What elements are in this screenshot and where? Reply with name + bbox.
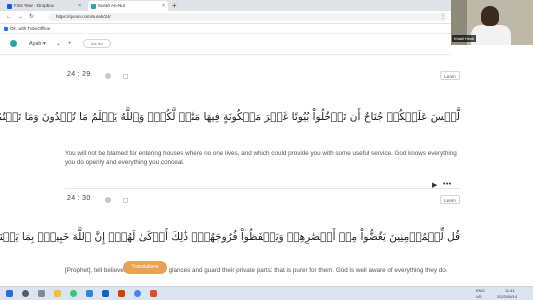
file-explorer-icon[interactable]: [54, 290, 61, 297]
verse-key[interactable]: 24 : 30: [67, 195, 91, 202]
quran-logo-icon[interactable]: [10, 40, 17, 47]
tab-surah-an-nur[interactable]: Surah An-Nur ×: [88, 1, 168, 11]
chevron-down-icon[interactable]: ⌄: [56, 34, 61, 54]
region-indicator: US: [476, 294, 482, 299]
more-icon[interactable]: •••: [443, 181, 452, 188]
tab-title: Surah An-Nur: [98, 3, 126, 8]
arabic-text: لَّيۡسَ عَلَيۡكُمۡ جُنَاحٌ أَن تَدۡخُلُو…: [0, 111, 460, 123]
arabic-text: قُل لِّلۡمُؤۡمِنِينَ يَغُضُّواْ مِنۡ أَب…: [0, 231, 460, 243]
bookmark-icon: [4, 26, 8, 31]
search-icon[interactable]: [22, 290, 29, 297]
add-button[interactable]: +: [68, 34, 72, 54]
forward-button[interactable]: →: [17, 11, 23, 23]
reload-button[interactable]: ↻: [29, 11, 34, 23]
translations-button[interactable]: Translations: [123, 261, 167, 274]
copy-icon[interactable]: [123, 74, 128, 79]
webcam-overlay: Khalil Hindi: [451, 0, 533, 45]
search-pill[interactable]: Ask Nur: [83, 39, 111, 48]
dropbox-icon: [7, 4, 12, 9]
menu-icon[interactable]: ⋮: [440, 11, 446, 23]
app-icon[interactable]: [150, 290, 157, 297]
new-tab-button[interactable]: +: [172, 0, 177, 11]
quran-icon: [91, 4, 96, 9]
bookmark-icon[interactable]: [105, 73, 111, 79]
start-icon[interactable]: [6, 290, 13, 297]
learn-button[interactable]: Learn: [440, 71, 460, 80]
learn-button[interactable]: Learn: [440, 195, 460, 204]
tab-dropbox[interactable]: First Year - Dropbox ×: [4, 1, 84, 11]
app-header: Ayah ▾ ⌄ + Ask Nur: [0, 34, 450, 55]
verse-list: 24 : 29 Learn لَّيۡسَ عَلَيۡكُمۡ جُنَاحٌ…: [0, 55, 533, 286]
clock-date: 2022/09/14: [497, 294, 518, 299]
bookmark-icon[interactable]: [105, 197, 111, 203]
close-icon[interactable]: ×: [78, 1, 81, 11]
whatsapp-icon[interactable]: [70, 290, 77, 297]
tab-title: First Year - Dropbox: [14, 3, 55, 8]
ayah-selector[interactable]: Ayah ▾: [29, 34, 46, 54]
app-icon[interactable]: [86, 290, 93, 297]
verse-card: 24 : 30 Learn قُل لِّلۡمُؤۡمِنِينَ يَغُض…: [0, 189, 460, 289]
taskbar: ENG US 11:41 2022/09/14: [0, 286, 533, 300]
person-body: [471, 25, 511, 45]
app-icon[interactable]: [118, 290, 125, 297]
verse-card: 24 : 29 Learn لَّيۡسَ عَلَيۡكُمۡ جُنَاحٌ…: [0, 63, 460, 189]
close-icon[interactable]: ×: [162, 1, 165, 11]
chrome-icon[interactable]: [134, 290, 141, 297]
translation-text: You will not be blamed for entering hous…: [65, 150, 457, 166]
bookmark-item[interactable]: Ok, with TubeOffline: [4, 24, 50, 33]
verse-key[interactable]: 24 : 29: [67, 71, 91, 78]
bookmark-label: Ok, with TubeOffline: [10, 26, 51, 31]
back-button[interactable]: ←: [6, 11, 12, 23]
task-view-icon[interactable]: [38, 290, 45, 297]
presenter-name: Khalil Hindi: [452, 35, 477, 42]
url-input[interactable]: https://quran.com/surah/24/: [48, 13, 448, 21]
copy-icon[interactable]: [123, 198, 128, 203]
person-head: [481, 6, 499, 26]
app-icon[interactable]: [102, 290, 109, 297]
